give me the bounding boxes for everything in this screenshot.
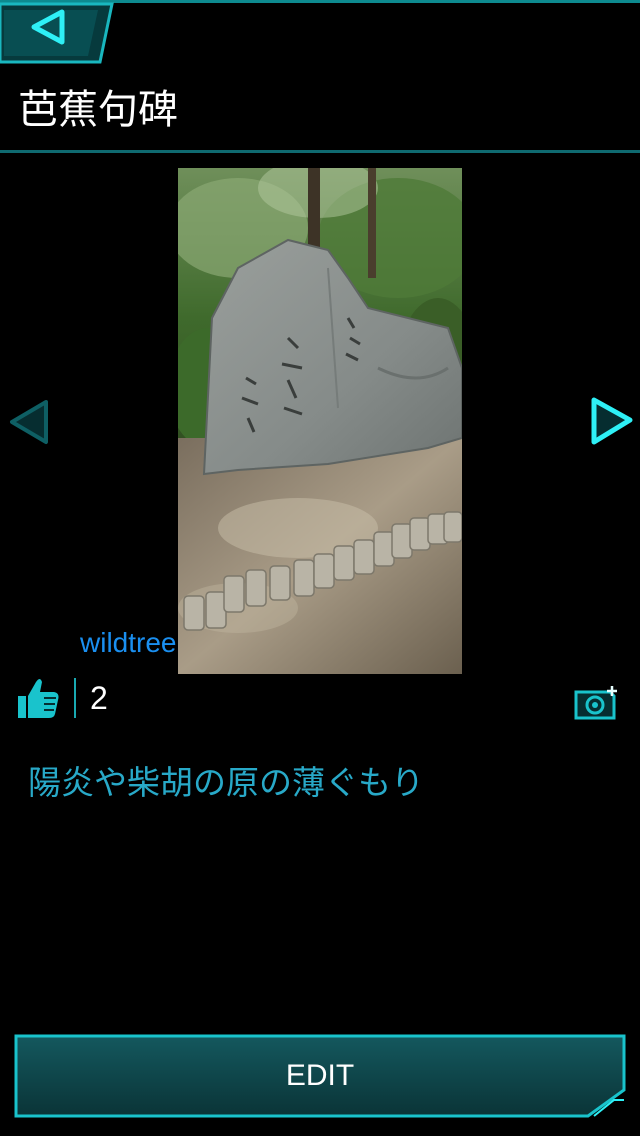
edit-button-label: EDIT [285, 1059, 355, 1092]
back-button[interactable] [0, 0, 116, 64]
next-photo-button[interactable] [586, 396, 636, 446]
add-photo-button[interactable] [574, 684, 622, 720]
author-link[interactable]: wildtree [80, 626, 176, 660]
page-title: 芭蕉句碑 [18, 87, 178, 133]
like-divider [74, 678, 76, 718]
previous-photo-button[interactable] [6, 398, 54, 446]
add-photo-icon [574, 686, 617, 720]
edit-button[interactable]: EDIT [14, 1034, 626, 1118]
chevron-left-icon [10, 400, 48, 444]
monument-photo[interactable] [178, 168, 462, 674]
like-button[interactable] [14, 676, 62, 722]
title-divider [0, 150, 640, 153]
thumbs-up-icon [18, 679, 59, 718]
chevron-right-icon [591, 397, 633, 445]
haiku-text: 陽炎や柴胡の原の薄ぐもり [28, 763, 424, 802]
stone-monument-photo [178, 168, 462, 674]
like-count: 2 [90, 680, 108, 716]
